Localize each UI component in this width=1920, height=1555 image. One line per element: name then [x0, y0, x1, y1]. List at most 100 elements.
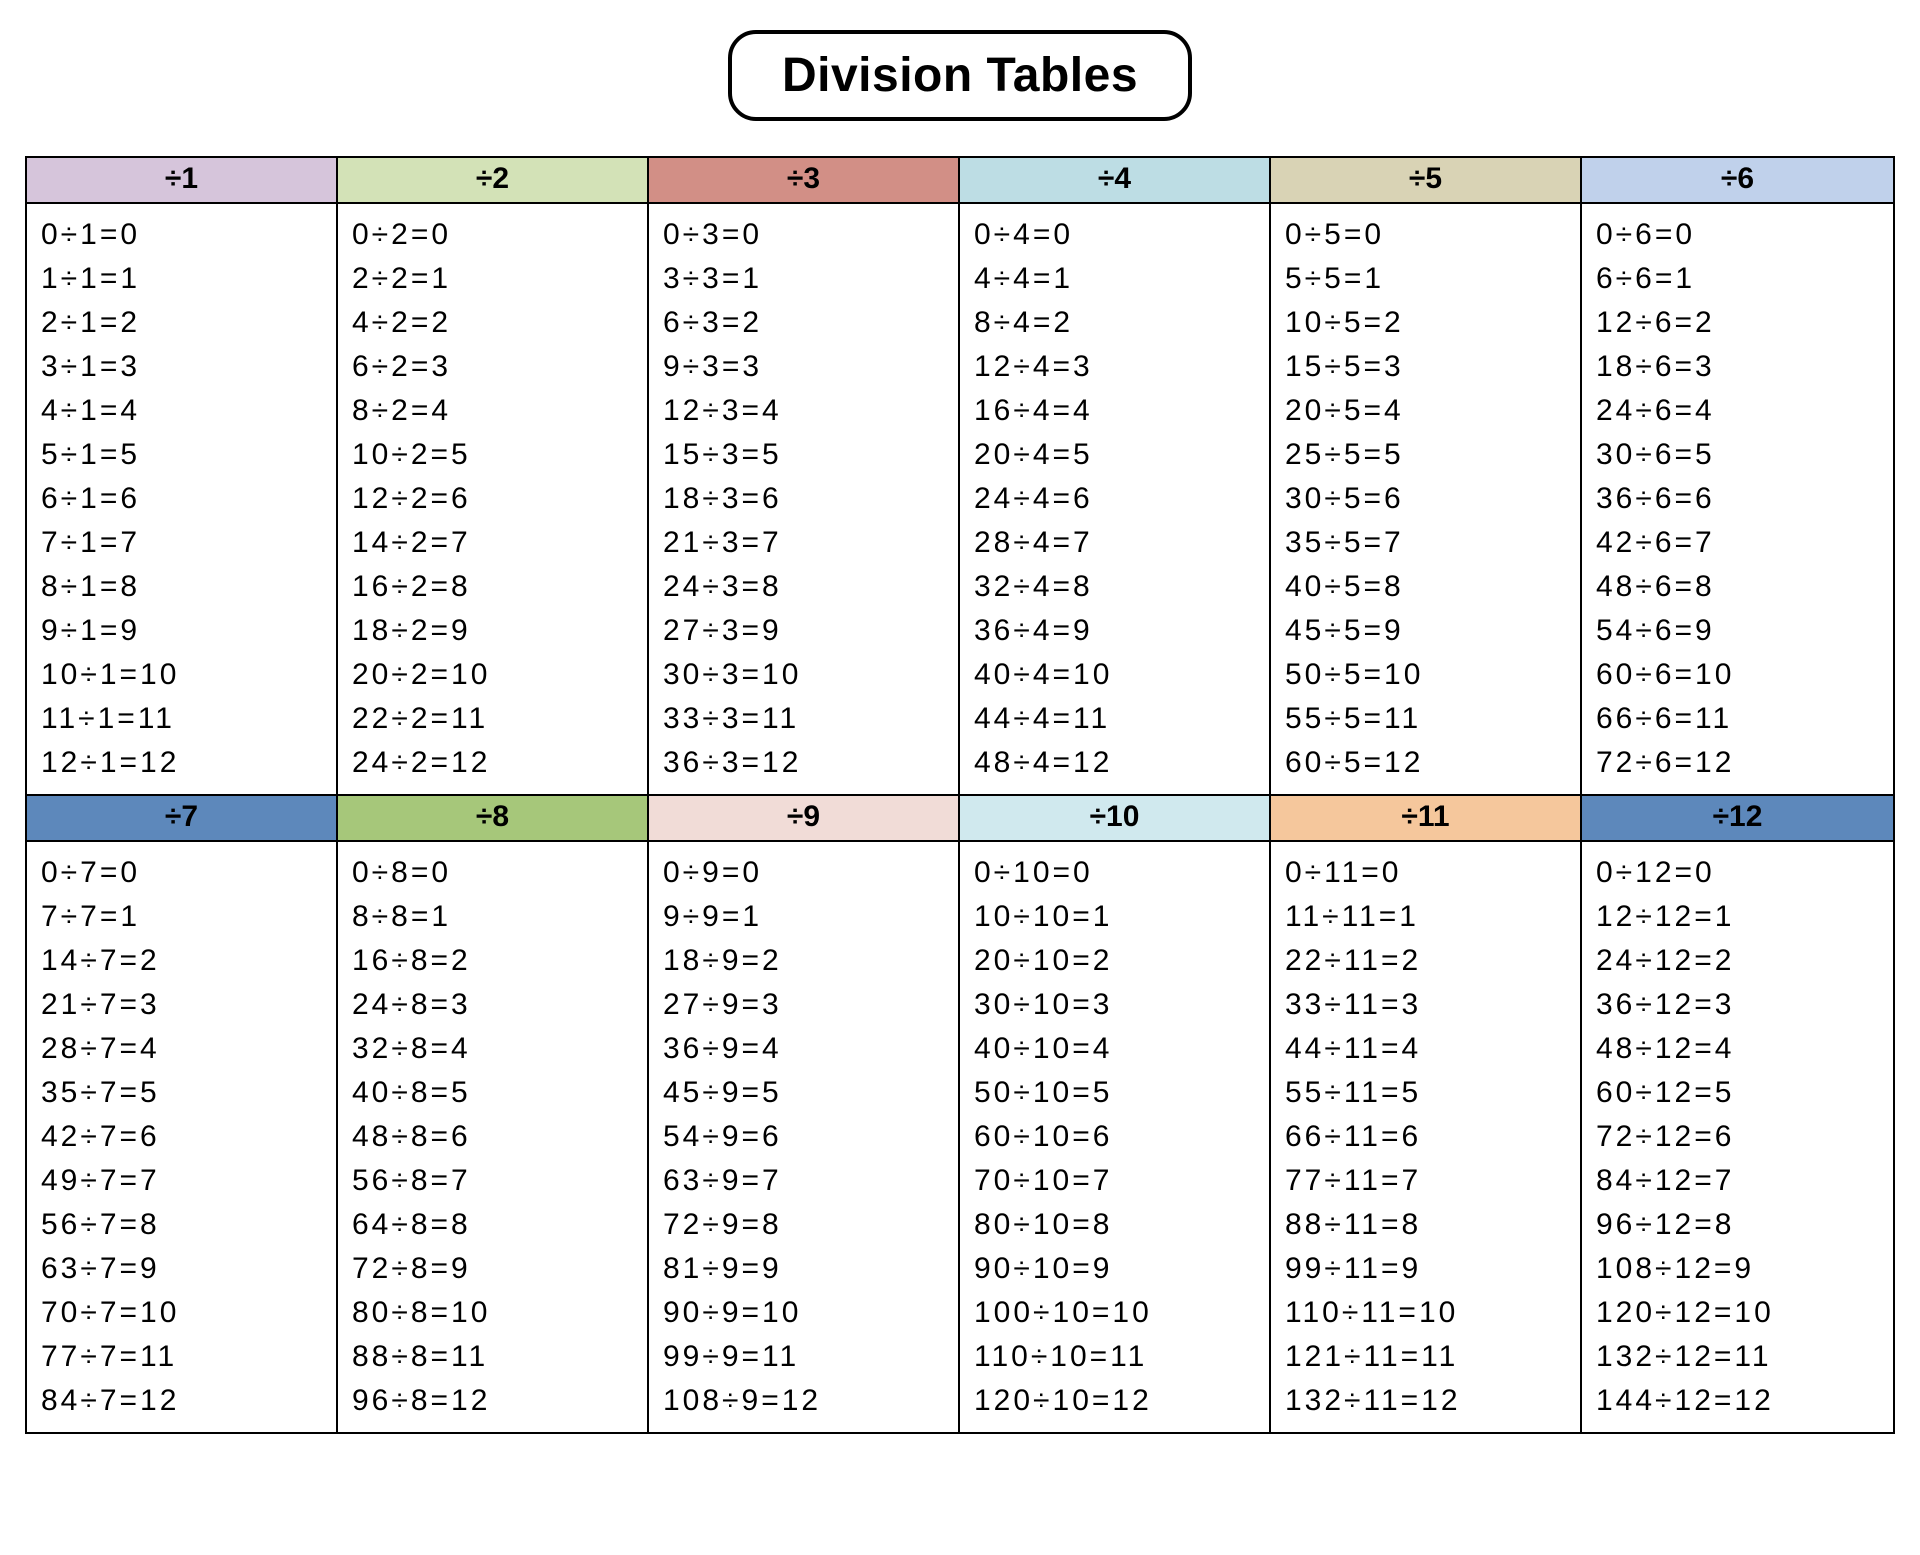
table-row: 36÷4=9: [974, 610, 1269, 652]
table-row: 60÷10=6: [974, 1116, 1269, 1158]
table-body-4: 0÷4=04÷4=18÷4=212÷4=316÷4=420÷4=524÷4=62…: [960, 204, 1269, 794]
table-row: 48÷12=4: [1596, 1028, 1893, 1070]
table-row: 33÷3=11: [663, 698, 958, 740]
table-row: 33÷11=3: [1285, 984, 1580, 1026]
table-row: 3÷1=3: [41, 346, 336, 388]
table-row: 50÷10=5: [974, 1072, 1269, 1114]
table-row: 120÷12=10: [1596, 1292, 1893, 1334]
table-body-8: 0÷8=08÷8=116÷8=224÷8=332÷8=440÷8=548÷8=6…: [338, 842, 647, 1432]
table-body-7: 0÷7=07÷7=114÷7=221÷7=328÷7=435÷7=542÷7=6…: [27, 842, 336, 1432]
table-row: 66÷6=11: [1596, 698, 1893, 740]
table-row: 28÷4=7: [974, 522, 1269, 564]
table-row: 30÷3=10: [663, 654, 958, 696]
table-row: 90÷9=10: [663, 1292, 958, 1334]
table-body-9: 0÷9=09÷9=118÷9=227÷9=336÷9=445÷9=554÷9=6…: [649, 842, 958, 1432]
table-row: 8÷1=8: [41, 566, 336, 608]
table-row: 63÷7=9: [41, 1248, 336, 1290]
table-row: 22÷11=2: [1285, 940, 1580, 982]
table-row: 9÷1=9: [41, 610, 336, 652]
table-row: 27÷3=9: [663, 610, 958, 652]
table-row: 32÷8=4: [352, 1028, 647, 1070]
table-header-12: ÷12: [1582, 796, 1893, 842]
table-row: 9÷9=1: [663, 896, 958, 938]
table-row: 4÷4=1: [974, 258, 1269, 300]
table-row: 99÷9=11: [663, 1336, 958, 1378]
table-row: 70÷10=7: [974, 1160, 1269, 1202]
table-row: 54÷6=9: [1596, 610, 1893, 652]
table-row: 56÷7=8: [41, 1204, 336, 1246]
table-row: 18÷6=3: [1596, 346, 1893, 388]
table-row: 0÷3=0: [663, 214, 958, 256]
table-row: 28÷7=4: [41, 1028, 336, 1070]
table-row: 63÷9=7: [663, 1160, 958, 1202]
table-row: 55÷11=5: [1285, 1072, 1580, 1114]
table-row: 12÷1=12: [41, 742, 336, 784]
table-row: 0÷12=0: [1596, 852, 1893, 894]
table-row: 12÷4=3: [974, 346, 1269, 388]
table-row: 0÷1=0: [41, 214, 336, 256]
table-body-1: 0÷1=01÷1=12÷1=23÷1=34÷1=45÷1=56÷1=67÷1=7…: [27, 204, 336, 794]
table-row: 35÷7=5: [41, 1072, 336, 1114]
table-row: 72÷9=8: [663, 1204, 958, 1246]
table-row: 10÷1=10: [41, 654, 336, 696]
table-row: 21÷7=3: [41, 984, 336, 1026]
table-row: 0÷9=0: [663, 852, 958, 894]
table-body-6: 0÷6=06÷6=112÷6=218÷6=324÷6=430÷6=536÷6=6…: [1582, 204, 1893, 794]
division-table-11: ÷110÷11=011÷11=122÷11=233÷11=344÷11=455÷…: [1271, 796, 1582, 1434]
division-table-2: ÷20÷2=02÷2=14÷2=26÷2=38÷2=410÷2=512÷2=61…: [338, 158, 649, 796]
table-row: 6÷2=3: [352, 346, 647, 388]
table-header-6: ÷6: [1582, 158, 1893, 204]
table-row: 6÷6=1: [1596, 258, 1893, 300]
table-row: 8÷2=4: [352, 390, 647, 432]
table-row: 64÷8=8: [352, 1204, 647, 1246]
table-row: 24÷2=12: [352, 742, 647, 784]
table-row: 132÷11=12: [1285, 1380, 1580, 1422]
table-body-10: 0÷10=010÷10=120÷10=230÷10=340÷10=450÷10=…: [960, 842, 1269, 1432]
table-header-8: ÷8: [338, 796, 647, 842]
table-row: 7÷7=1: [41, 896, 336, 938]
table-body-11: 0÷11=011÷11=122÷11=233÷11=344÷11=455÷11=…: [1271, 842, 1580, 1432]
table-row: 44÷11=4: [1285, 1028, 1580, 1070]
table-row: 110÷10=11: [974, 1336, 1269, 1378]
table-row: 44÷4=11: [974, 698, 1269, 740]
table-row: 0÷8=0: [352, 852, 647, 894]
table-row: 12÷6=2: [1596, 302, 1893, 344]
table-row: 0÷4=0: [974, 214, 1269, 256]
table-row: 18÷9=2: [663, 940, 958, 982]
table-row: 100÷10=10: [974, 1292, 1269, 1334]
table-row: 132÷12=11: [1596, 1336, 1893, 1378]
table-row: 25÷5=5: [1285, 434, 1580, 476]
division-tables-grid: ÷10÷1=01÷1=12÷1=23÷1=34÷1=45÷1=56÷1=67÷1…: [25, 156, 1895, 1434]
table-header-4: ÷4: [960, 158, 1269, 204]
table-row: 15÷5=3: [1285, 346, 1580, 388]
table-row: 72÷6=12: [1596, 742, 1893, 784]
table-body-12: 0÷12=012÷12=124÷12=236÷12=348÷12=460÷12=…: [1582, 842, 1893, 1432]
table-row: 56÷8=7: [352, 1160, 647, 1202]
table-row: 110÷11=10: [1285, 1292, 1580, 1334]
table-row: 70÷7=10: [41, 1292, 336, 1334]
table-row: 11÷11=1: [1285, 896, 1580, 938]
table-row: 18÷2=9: [352, 610, 647, 652]
table-row: 36÷6=6: [1596, 478, 1893, 520]
table-row: 84÷12=7: [1596, 1160, 1893, 1202]
table-row: 0÷10=0: [974, 852, 1269, 894]
table-row: 121÷11=11: [1285, 1336, 1580, 1378]
table-row: 60÷6=10: [1596, 654, 1893, 696]
table-row: 7÷1=7: [41, 522, 336, 564]
table-row: 6÷1=6: [41, 478, 336, 520]
table-row: 20÷2=10: [352, 654, 647, 696]
table-row: 15÷3=5: [663, 434, 958, 476]
table-row: 120÷10=12: [974, 1380, 1269, 1422]
table-row: 16÷8=2: [352, 940, 647, 982]
table-row: 12÷2=6: [352, 478, 647, 520]
table-row: 5÷1=5: [41, 434, 336, 476]
table-row: 30÷6=5: [1596, 434, 1893, 476]
table-header-11: ÷11: [1271, 796, 1580, 842]
division-table-4: ÷40÷4=04÷4=18÷4=212÷4=316÷4=420÷4=524÷4=…: [960, 158, 1271, 796]
table-row: 2÷1=2: [41, 302, 336, 344]
table-row: 0÷11=0: [1285, 852, 1580, 894]
table-row: 45÷5=9: [1285, 610, 1580, 652]
division-table-3: ÷30÷3=03÷3=16÷3=29÷3=312÷3=415÷3=518÷3=6…: [649, 158, 960, 796]
table-row: 14÷2=7: [352, 522, 647, 564]
table-row: 8÷4=2: [974, 302, 1269, 344]
